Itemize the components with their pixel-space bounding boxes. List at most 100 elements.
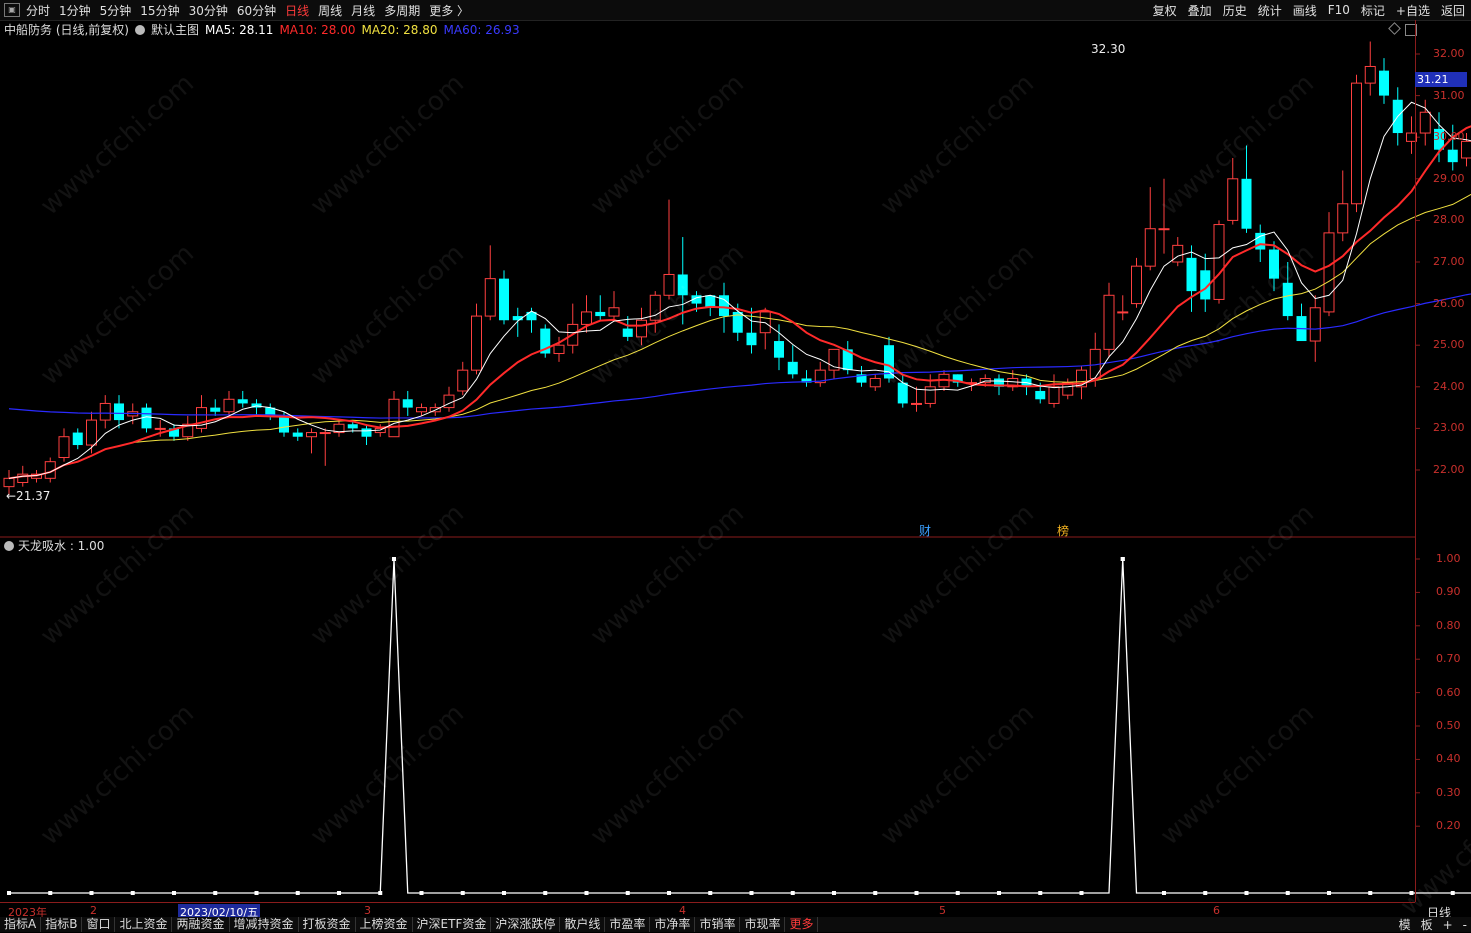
indicator-tab[interactable]: 北上资金 <box>115 917 172 932</box>
indicator-point <box>296 891 300 895</box>
indicator-point <box>7 891 11 895</box>
indicator-tab[interactable]: 沪深涨跌停 <box>491 917 560 932</box>
indicator-point <box>213 891 217 895</box>
indicator-point <box>131 891 135 895</box>
indicator-tab[interactable]: 沪深ETF资金 <box>413 917 492 932</box>
candle-body <box>1159 229 1169 230</box>
indicator-tab[interactable]: 两融资金 <box>172 917 229 932</box>
price-axis <box>1415 20 1471 902</box>
indicator-point <box>255 891 259 895</box>
template-name[interactable]: 默认主图 <box>151 21 199 38</box>
candle-body <box>1187 258 1197 291</box>
indicator-tab[interactable]: 指标A <box>0 917 41 932</box>
indicator-point <box>708 891 712 895</box>
indicator-point <box>791 891 795 895</box>
indicator-point <box>873 891 877 895</box>
ma60-line <box>9 255 1471 418</box>
finance-marker[interactable]: 财 <box>919 522 931 539</box>
candle-body <box>485 279 495 316</box>
candle-body <box>210 408 220 412</box>
candle-body <box>1352 83 1362 204</box>
price-tick-label: 28.00 <box>1433 213 1465 226</box>
indicator-point <box>1080 891 1084 895</box>
indicator-tabs: 指标A指标B窗口北上资金两融资金增减持资金打板资金上榜资金沪深ETF资金沪深涨跌… <box>0 917 1471 932</box>
candle-body <box>59 437 69 458</box>
candle-body <box>1118 312 1128 313</box>
candle-body <box>444 395 454 407</box>
candle-body <box>362 428 372 436</box>
candle-body <box>1242 179 1252 229</box>
price-tick-label: 23.00 <box>1433 421 1465 434</box>
month-label-4: 4 <box>679 904 686 917</box>
indicator-gear-icon[interactable] <box>4 541 14 551</box>
candle-body <box>87 420 97 445</box>
indicator-point <box>915 891 919 895</box>
indicator-point <box>667 891 671 895</box>
candle-body <box>348 424 358 428</box>
indicator-tab[interactable]: 增减持资金 <box>230 917 299 932</box>
candle-body <box>1214 225 1224 300</box>
bottom-control[interactable]: - <box>1463 918 1467 932</box>
indicator-point <box>1121 557 1125 561</box>
indicator-tab[interactable]: 窗口 <box>82 917 115 932</box>
indicator-tick-label: 0.90 <box>1436 585 1461 598</box>
ma5-value: MA5: 28.11 <box>205 23 273 37</box>
candle-body <box>499 279 509 321</box>
candle-body <box>1338 204 1348 233</box>
indicator-point <box>1410 891 1414 895</box>
settings-gear-icon[interactable] <box>135 25 145 35</box>
high-price-label: 32.30 <box>1091 42 1125 56</box>
bottom-control[interactable]: + <box>1443 918 1453 932</box>
date-axis: 2023年 2 2023/02/10/五 3 4 5 6 <box>0 902 1415 918</box>
candle-body <box>1310 308 1320 341</box>
price-tick-label: 26.00 <box>1433 297 1465 310</box>
indicator-tab[interactable]: 打板资金 <box>299 917 356 932</box>
candle-body <box>788 362 798 374</box>
indicator-point <box>461 891 465 895</box>
candle-body <box>705 295 715 307</box>
indicator-point <box>585 891 589 895</box>
month-label-5: 5 <box>939 904 946 917</box>
indicator-tick-label: 0.80 <box>1436 619 1461 632</box>
indicator-tab[interactable]: 指标B <box>41 917 82 932</box>
candle-body <box>472 316 482 370</box>
indicator-tab[interactable]: 市净率 <box>650 917 695 932</box>
indicator-tab[interactable]: 上榜资金 <box>356 917 413 932</box>
candle-body <box>1035 391 1045 399</box>
indicator-tick-label: 0.20 <box>1436 819 1461 832</box>
indicator-line <box>9 559 1471 893</box>
candle-body <box>73 433 83 445</box>
indicator-point <box>1245 891 1249 895</box>
bottom-control[interactable]: 板 <box>1421 916 1433 933</box>
stock-name: 中船防务 (日线,前复权) <box>4 21 129 38</box>
candle-body <box>1145 229 1155 266</box>
indicator-tab[interactable]: 市盈率 <box>605 917 650 932</box>
indicator-point <box>420 891 424 895</box>
candle-body <box>1269 250 1279 279</box>
indicator-tab[interactable]: 散户线 <box>560 917 605 932</box>
candle-body <box>1132 266 1142 303</box>
candle-body <box>1379 71 1389 96</box>
indicator-tick-label: 0.70 <box>1436 652 1461 665</box>
indicator-point <box>172 891 176 895</box>
indicator-point <box>1162 891 1166 895</box>
indicator-point <box>997 891 1001 895</box>
candle-body <box>637 320 647 337</box>
candle-body <box>747 333 757 345</box>
diamond-icon[interactable] <box>1388 22 1401 35</box>
indicator-tab[interactable]: 市现率 <box>740 917 785 932</box>
indicator-point <box>1368 891 1372 895</box>
candle-body <box>238 399 248 403</box>
bottom-control[interactable]: 模 <box>1399 916 1411 933</box>
candle-body <box>307 433 317 437</box>
price-tick-label: 25.00 <box>1433 338 1465 351</box>
indicator-tab[interactable]: 更多 <box>785 917 818 932</box>
price-tick-label: 24.00 <box>1433 380 1465 393</box>
billboard-marker[interactable]: 榜 <box>1057 522 1069 539</box>
candlestick-chart[interactable] <box>0 0 1471 932</box>
indicator-point <box>502 891 506 895</box>
indicator-tab[interactable]: 市销率 <box>695 917 740 932</box>
low-price-label: ←21.37 <box>6 489 50 503</box>
candle-body <box>1173 245 1183 262</box>
indicator-tick-label: 0.50 <box>1436 719 1461 732</box>
